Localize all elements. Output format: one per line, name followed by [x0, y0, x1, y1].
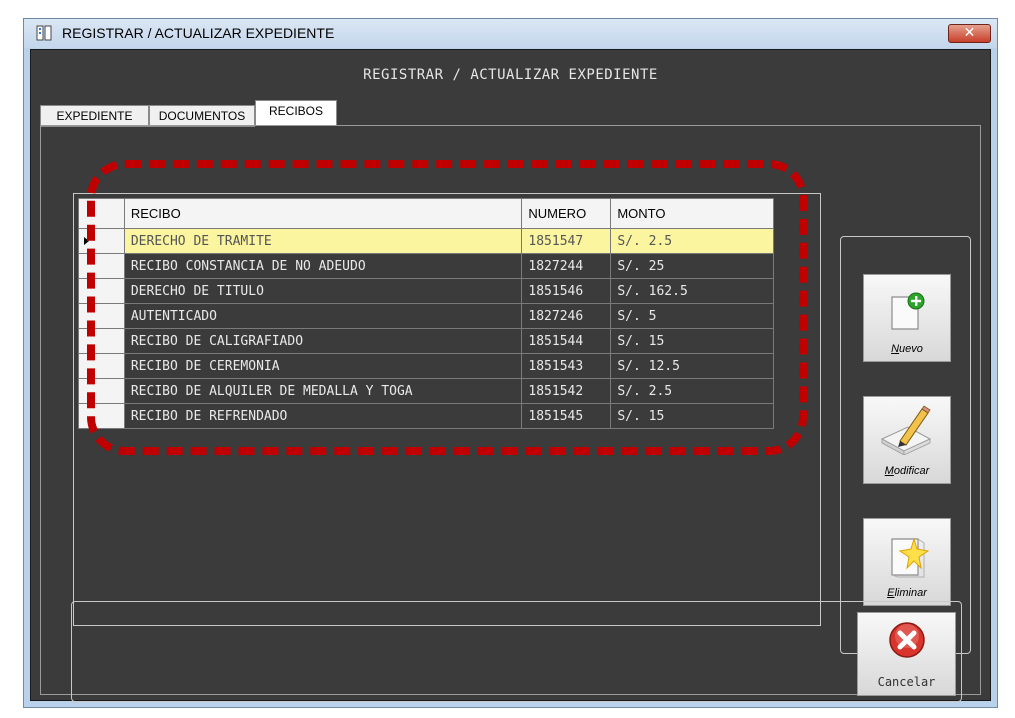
- row-header[interactable]: [78, 228, 125, 254]
- form-icon: [36, 25, 52, 41]
- cell-recibo[interactable]: RECIBO DE ALQUILER DE MEDALLA Y TOGA: [123, 378, 523, 404]
- cell-recibo[interactable]: DERECHO DE TRAMITE: [123, 228, 523, 254]
- nuevo-label: Nuevo: [891, 343, 923, 355]
- row-header[interactable]: [78, 278, 125, 304]
- cell-recibo[interactable]: AUTENTICADO: [123, 303, 523, 329]
- grid-header-row: RECIBO NUMERO MONTO: [78, 198, 774, 229]
- recibos-grid[interactable]: RECIBO NUMERO MONTO DERECHO DE TRAMITE 1…: [78, 198, 774, 429]
- row-header-corner: [78, 198, 125, 229]
- title-bar[interactable]: REGISTRAR / ACTUALIZAR EXPEDIENTE ✕: [24, 19, 997, 48]
- row-header[interactable]: [78, 328, 125, 354]
- tab-recibos[interactable]: RECIBOS: [255, 100, 337, 126]
- cell-monto[interactable]: S/. 25: [610, 253, 774, 279]
- cell-numero[interactable]: 1851544: [521, 328, 612, 354]
- current-row-icon: [84, 236, 89, 245]
- new-document-icon: [891, 292, 925, 330]
- row-header[interactable]: [78, 303, 125, 329]
- edit-pencil-icon: [880, 405, 932, 455]
- cell-numero[interactable]: 1827246: [521, 303, 612, 329]
- cell-monto[interactable]: S/. 2.5: [610, 378, 774, 404]
- cell-recibo[interactable]: RECIBO DE CALIGRAFIADO: [123, 328, 523, 354]
- cell-monto[interactable]: S/. 2.5: [610, 228, 774, 254]
- cell-numero[interactable]: 1851542: [521, 378, 612, 404]
- tab-documentos[interactable]: DOCUMENTOS: [149, 105, 255, 127]
- column-header-numero[interactable]: NUMERO: [521, 198, 612, 229]
- modificar-button[interactable]: Modificar: [863, 396, 951, 484]
- table-row[interactable]: RECIBO DE ALQUILER DE MEDALLA Y TOGA 185…: [78, 378, 774, 404]
- cell-monto[interactable]: S/. 5: [610, 303, 774, 329]
- cell-monto[interactable]: S/. 162.5: [610, 278, 774, 304]
- actions-panel: Nuevo Modificar Eliminar: [840, 236, 971, 654]
- eliminar-button[interactable]: Eliminar: [863, 518, 951, 606]
- delete-star-icon: [891, 537, 930, 578]
- cell-recibo[interactable]: DERECHO DE TITULO: [123, 278, 523, 304]
- app-window: REGISTRAR / ACTUALIZAR EXPEDIENTE ✕ REGI…: [23, 18, 998, 708]
- cancelar-button[interactable]: Cancelar: [857, 612, 956, 696]
- cell-numero[interactable]: 1851547: [521, 228, 612, 254]
- cell-numero[interactable]: 1827244: [521, 253, 612, 279]
- cell-recibo[interactable]: RECIBO DE REFRENDADO: [123, 403, 523, 429]
- table-row[interactable]: RECIBO DE CALIGRAFIADO 1851544 S/. 15: [78, 328, 774, 354]
- row-header[interactable]: [78, 253, 125, 279]
- table-row[interactable]: DERECHO DE TITULO 1851546 S/. 162.5: [78, 278, 774, 304]
- eliminar-label: Eliminar: [887, 587, 927, 599]
- recibos-grid-panel[interactable]: RECIBO NUMERO MONTO DERECHO DE TRAMITE 1…: [73, 193, 821, 626]
- nuevo-button[interactable]: Nuevo: [863, 274, 951, 362]
- table-row[interactable]: RECIBO CONSTANCIA DE NO ADEUDO 1827244 S…: [78, 253, 774, 279]
- footer-panel: Cancelar: [71, 601, 962, 702]
- form-body: REGISTRAR / ACTUALIZAR EXPEDIENTE EXPEDI…: [30, 49, 991, 702]
- row-header[interactable]: [78, 403, 125, 429]
- cell-numero[interactable]: 1851543: [521, 353, 612, 379]
- modificar-label: Modificar: [884, 465, 930, 477]
- close-button[interactable]: ✕: [948, 24, 991, 43]
- column-header-recibo[interactable]: RECIBO: [123, 198, 523, 229]
- page-title: REGISTRAR / ACTUALIZAR EXPEDIENTE: [363, 67, 658, 83]
- tab-expediente[interactable]: EXPEDIENTE: [40, 105, 149, 127]
- cell-recibo[interactable]: RECIBO DE CEREMONIA: [123, 353, 523, 379]
- cell-numero[interactable]: 1851545: [521, 403, 612, 429]
- window-title: REGISTRAR / ACTUALIZAR EXPEDIENTE: [62, 25, 335, 41]
- table-row[interactable]: AUTENTICADO 1827246 S/. 5: [78, 303, 774, 329]
- table-row[interactable]: RECIBO DE REFRENDADO 1851545 S/. 15: [78, 403, 774, 429]
- cancelar-label: Cancelar: [877, 675, 936, 689]
- column-header-monto[interactable]: MONTO: [610, 198, 774, 229]
- cell-monto[interactable]: S/. 12.5: [610, 353, 774, 379]
- row-header[interactable]: [78, 378, 125, 404]
- cell-monto[interactable]: S/. 15: [610, 403, 774, 429]
- close-icon: ✕: [963, 25, 976, 41]
- table-row[interactable]: DERECHO DE TRAMITE 1851547 S/. 2.5: [78, 228, 774, 254]
- row-header[interactable]: [78, 353, 125, 379]
- cell-monto[interactable]: S/. 15: [610, 328, 774, 354]
- cancel-x-icon: [889, 622, 925, 658]
- cell-recibo[interactable]: RECIBO CONSTANCIA DE NO ADEUDO: [123, 253, 523, 279]
- cell-numero[interactable]: 1851546: [521, 278, 612, 304]
- table-row[interactable]: RECIBO DE CEREMONIA 1851543 S/. 12.5: [78, 353, 774, 379]
